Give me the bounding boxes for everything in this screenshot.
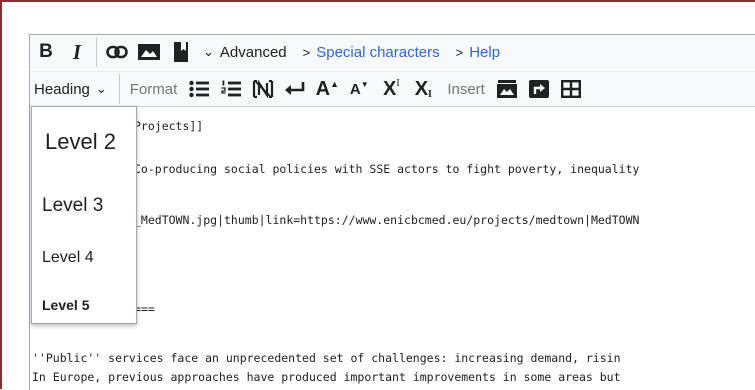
numbered-list-icon xyxy=(221,80,242,97)
bold-button[interactable]: B xyxy=(30,37,62,67)
numbered-list-button[interactable] xyxy=(215,74,247,104)
bookmark-icon xyxy=(174,42,188,62)
big-text-button[interactable]: A ▲ xyxy=(311,74,343,104)
heading-label: Heading xyxy=(34,80,90,98)
advanced-menu[interactable]: ⌄ Advanced xyxy=(197,37,297,67)
heading-level-3-option[interactable]: Level 3 xyxy=(42,195,103,217)
subscript-marker: I xyxy=(428,88,432,100)
help-label: Help xyxy=(469,43,501,61)
heading-dropdown[interactable]: Heading ⌄ xyxy=(30,74,115,104)
link-icon xyxy=(106,45,128,59)
nowiki-icon xyxy=(253,80,274,98)
help-menu[interactable]: > Help xyxy=(450,37,510,67)
redirect-icon xyxy=(528,80,549,98)
heading-level-5-option[interactable]: Level 5 xyxy=(42,297,89,313)
text-line: === xyxy=(134,302,155,316)
newline-icon xyxy=(285,82,305,95)
table-button[interactable] xyxy=(555,74,587,104)
heading-menu: Level 2 Level 3 Level 4 Level 5 xyxy=(31,106,137,324)
chevron-down-icon: ⌄ xyxy=(95,81,107,96)
big-text-icon: A xyxy=(315,77,331,100)
chevron-down-icon: ⌄ xyxy=(203,44,214,59)
insert-group-label: Insert xyxy=(447,80,485,98)
gallery-icon xyxy=(496,80,517,98)
gallery-button[interactable] xyxy=(491,74,523,104)
text-line: In Europe, previous approaches have prod… xyxy=(32,370,621,384)
link-button[interactable] xyxy=(101,37,133,67)
advanced-label: Advanced xyxy=(219,43,287,61)
chevron-right-icon: > xyxy=(302,44,311,60)
newline-button[interactable] xyxy=(279,74,311,104)
text-line: Projects]] xyxy=(134,119,204,133)
superscript-marker: I xyxy=(396,77,400,89)
toolbar-separator xyxy=(96,37,97,67)
heading-level-4-option[interactable]: Level 4 xyxy=(42,249,94,267)
bulleted-list-button[interactable] xyxy=(183,74,215,104)
format-group-label: Format xyxy=(129,80,178,98)
wikitext-editor: B I ⌄ Advanced > Special characters > He… xyxy=(29,34,755,390)
small-text-icon: A xyxy=(349,80,361,98)
table-icon xyxy=(560,80,581,98)
toolbar-separator xyxy=(118,74,120,104)
subscript-button[interactable]: XI xyxy=(407,74,439,104)
subscript-icon: X xyxy=(414,77,429,100)
text-line: _MedTOWN.jpg|thumb|link=https://www.enic… xyxy=(134,213,640,227)
small-text-button[interactable]: A ▼ xyxy=(343,74,375,104)
italic-button[interactable]: I xyxy=(62,37,92,67)
reference-button[interactable] xyxy=(165,37,197,67)
special-characters-menu[interactable]: > Special characters xyxy=(297,37,450,67)
toolbar-main: B I ⌄ Advanced > Special characters > He… xyxy=(30,35,755,69)
heading-level-2-option[interactable]: Level 2 xyxy=(45,129,116,155)
toolbar-advanced: Heading ⌄ Format A ▲ A ▼ X I X I Insert xyxy=(30,71,755,107)
chevron-right-icon: > xyxy=(455,44,464,60)
nowiki-button[interactable] xyxy=(247,74,279,104)
wikitext-textarea[interactable]: Projects]] Co-producing social policies … xyxy=(30,106,755,390)
superscript-icon: X xyxy=(382,77,397,100)
superscript-button[interactable]: XI xyxy=(375,74,407,104)
redirect-button[interactable] xyxy=(523,74,555,104)
bulleted-list-icon xyxy=(189,80,210,98)
image-icon xyxy=(138,44,160,60)
text-line: Co-producing social policies with SSE ac… xyxy=(134,162,640,176)
special-characters-label: Special characters xyxy=(316,43,440,61)
text-line: ''Public'' services face an unprecedente… xyxy=(32,351,621,365)
image-button[interactable] xyxy=(133,37,165,67)
